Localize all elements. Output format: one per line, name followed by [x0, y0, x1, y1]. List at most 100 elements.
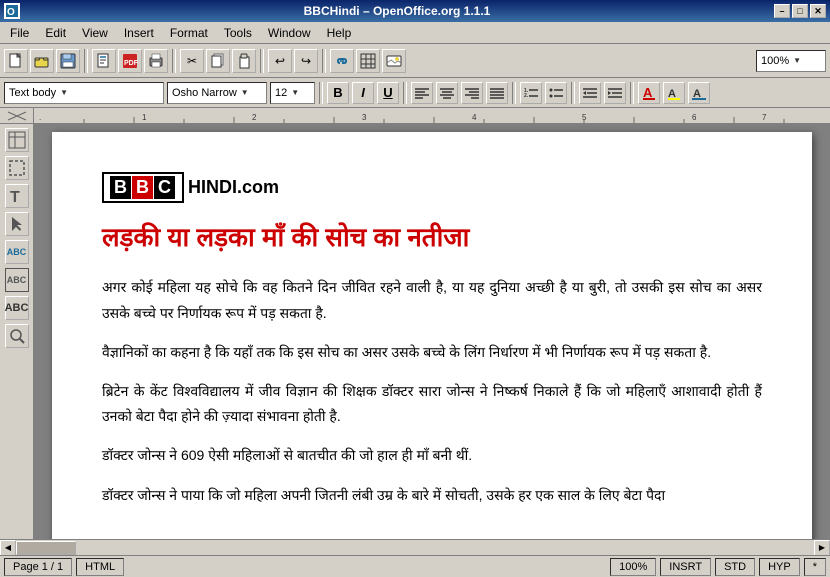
copy-button[interactable]	[206, 49, 230, 73]
justify-button[interactable]	[486, 82, 508, 104]
sidebar-cursor-icon[interactable]	[5, 212, 29, 236]
edit-button[interactable]	[92, 49, 116, 73]
zoom-dropdown[interactable]: 100% ▼	[756, 50, 826, 72]
status-bar: Page 1 / 1 HTML 100% INSRT STD HYP *	[0, 555, 830, 577]
toolbar-separator-2	[172, 49, 176, 73]
undo-button[interactable]: ↩	[268, 49, 292, 73]
menu-insert[interactable]: Insert	[116, 24, 162, 42]
save-button[interactable]	[56, 49, 80, 73]
align-center-button[interactable]	[436, 82, 458, 104]
font-arrow-icon: ▼	[241, 88, 249, 97]
title-bar-controls: – □ ✕	[774, 4, 826, 18]
top-ruler: . 1 2 3 4 5 6 7	[34, 108, 830, 124]
align-left-button[interactable]	[411, 82, 433, 104]
horizontal-scrollbar[interactable]: ◀ ▶	[0, 539, 830, 555]
svg-text:2.: 2.	[524, 93, 529, 99]
redo-button[interactable]: ↪	[294, 49, 318, 73]
menu-edit[interactable]: Edit	[37, 24, 74, 42]
align-right-button[interactable]	[461, 82, 483, 104]
svg-text:2: 2	[252, 113, 257, 122]
format-toolbar: Text body ▼ Osho Narrow ▼ 12 ▼ B I U	[0, 78, 830, 108]
bbc-header: B B C HINDI.com	[102, 172, 762, 203]
minimize-button[interactable]: –	[774, 4, 790, 18]
close-button[interactable]: ✕	[810, 4, 826, 18]
bbc-box-b2: B	[132, 176, 153, 199]
left-sidebar: T ABC ABC ABC	[0, 124, 34, 539]
document-container[interactable]: B B C HINDI.com लड़की या लड़का माँ की सो…	[34, 124, 830, 539]
size-value: 12	[275, 87, 287, 99]
print-button[interactable]	[144, 49, 168, 73]
fmt-sep-3	[512, 82, 516, 104]
doc-paragraph-2: वैज्ञानिकों का कहना है कि यहाँ तक कि इस …	[102, 340, 762, 365]
scroll-left-button[interactable]: ◀	[0, 540, 16, 556]
sidebar-table-icon[interactable]	[5, 128, 29, 152]
svg-text:PDF: PDF	[124, 60, 138, 67]
menu-bar: File Edit View Insert Format Tools Windo…	[0, 22, 830, 44]
decrease-indent-button[interactable]	[579, 82, 601, 104]
italic-button[interactable]: I	[352, 82, 374, 104]
menu-view[interactable]: View	[74, 24, 116, 42]
sidebar-textbox2-icon[interactable]: ABC	[5, 268, 29, 292]
title-bar-text: BBCHindi – OpenOffice.org 1.1.1	[20, 4, 774, 18]
insert-mode: INSRT	[660, 558, 711, 576]
paste-button[interactable]	[232, 49, 256, 73]
svg-text:3: 3	[362, 113, 367, 122]
menu-help[interactable]: Help	[319, 24, 360, 42]
doc-paragraph-5: डॉक्टर जोन्स ने पाया कि जो महिला अपनी जि…	[102, 483, 762, 508]
font-dropdown[interactable]: Osho Narrow ▼	[167, 82, 267, 104]
ruler-area: . 1 2 3 4 5 6 7	[0, 108, 830, 124]
title-bar: O BBCHindi – OpenOffice.org 1.1.1 – □ ✕	[0, 0, 830, 22]
menu-window[interactable]: Window	[260, 24, 319, 42]
size-dropdown[interactable]: 12 ▼	[270, 82, 315, 104]
svg-text:7: 7	[762, 113, 767, 122]
pdf-button[interactable]: PDF	[118, 49, 142, 73]
insert-image-button[interactable]	[382, 49, 406, 73]
zoom-value: 100%	[761, 55, 789, 67]
sidebar-bigtext-icon[interactable]: ABC	[5, 296, 29, 320]
app-icon: O	[4, 3, 20, 19]
menu-tools[interactable]: Tools	[216, 24, 260, 42]
cut-button[interactable]: ✂	[180, 49, 204, 73]
horizontal-scroll-track[interactable]	[16, 540, 814, 556]
menu-file[interactable]: File	[2, 24, 37, 42]
new-button[interactable]	[4, 49, 28, 73]
svg-text:1: 1	[142, 113, 147, 122]
sidebar-search-icon[interactable]	[5, 324, 29, 348]
font-color-button[interactable]: A	[638, 82, 660, 104]
bullet-list-button[interactable]	[545, 82, 567, 104]
underline-button[interactable]: U	[377, 82, 399, 104]
increase-indent-button[interactable]	[604, 82, 626, 104]
hyperlink-button[interactable]	[330, 49, 354, 73]
maximize-button[interactable]: □	[792, 4, 808, 18]
bbc-box-b: B	[110, 176, 131, 199]
document-title: लड़की या लड़का माँ की सोच का नतीजा	[102, 219, 762, 255]
char-format-button[interactable]: A	[688, 82, 710, 104]
svg-text:4: 4	[472, 113, 477, 122]
fmt-sep-4	[571, 82, 575, 104]
scroll-right-button[interactable]: ▶	[814, 540, 830, 556]
toolbar-separator-1	[84, 49, 88, 73]
horizontal-scroll-thumb[interactable]	[16, 541, 76, 555]
table-button[interactable]	[356, 49, 380, 73]
style-dropdown[interactable]: Text body ▼	[4, 82, 164, 104]
menu-format[interactable]: Format	[162, 24, 216, 42]
selection-mode: STD	[715, 558, 755, 576]
page-number: Page 1 / 1	[4, 558, 72, 576]
bold-button[interactable]: B	[327, 82, 349, 104]
svg-text:T: T	[10, 189, 20, 205]
sidebar-frame-icon[interactable]	[5, 156, 29, 180]
sidebar-textbox-icon[interactable]: ABC	[5, 240, 29, 264]
sidebar-text-icon[interactable]: T	[5, 184, 29, 208]
main-area: T ABC ABC ABC B B	[0, 124, 830, 539]
number-list-button[interactable]: 1. 2.	[520, 82, 542, 104]
ruler-corner	[0, 108, 34, 124]
fmt-sep-1	[319, 82, 323, 104]
zoom-status: 100%	[610, 558, 656, 576]
highlight-button[interactable]: A	[663, 82, 685, 104]
svg-text:6: 6	[692, 113, 697, 122]
open-button[interactable]	[30, 49, 54, 73]
modified-indicator: *	[804, 558, 826, 576]
size-arrow-icon: ▼	[291, 88, 299, 97]
svg-text:O: O	[7, 7, 15, 17]
hyphenation-mode: HYP	[759, 558, 800, 576]
